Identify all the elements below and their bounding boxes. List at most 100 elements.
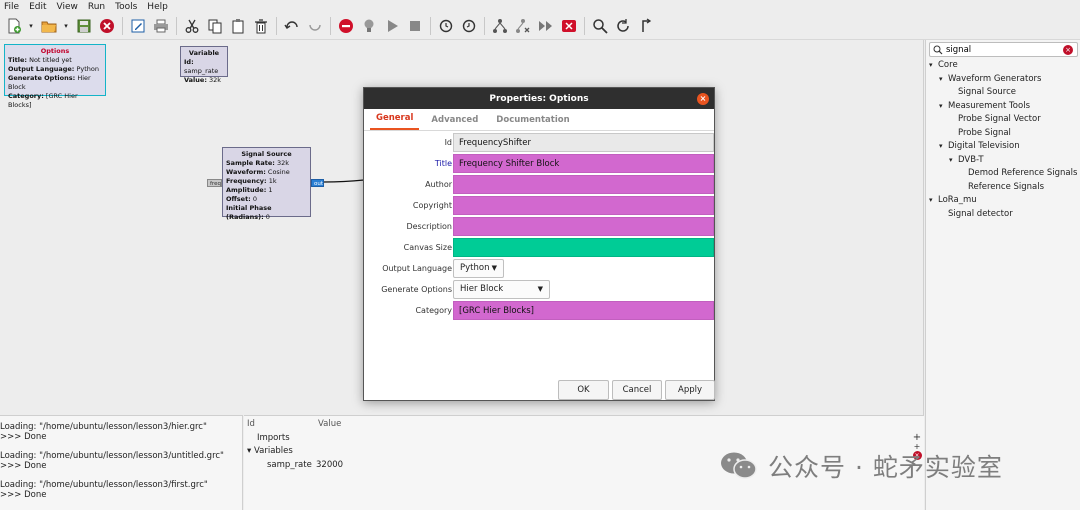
library-tree-label: Signal detector xyxy=(948,208,1013,219)
close-icon[interactable]: × xyxy=(697,93,709,105)
console-line: Loading: "/home/ubuntu/lesson/lesson3/fi… xyxy=(0,480,208,490)
edit-icon[interactable] xyxy=(128,16,148,36)
library-search-input[interactable] xyxy=(946,44,1061,55)
signal-source-block[interactable]: Signal Source Sample Rate: 32k Waveform:… xyxy=(222,147,311,221)
open-icon[interactable] xyxy=(39,16,59,36)
new-icon[interactable] xyxy=(4,16,24,36)
block-library-panel: × ▾ Core ▾ Waveform Generators Signal Source… xyxy=(925,40,1080,510)
library-tree-label: Digital Television xyxy=(948,141,1020,151)
console-gap xyxy=(0,471,242,480)
library-tree-item[interactable]: ▾ LoRa_mu xyxy=(929,195,977,205)
vars-samp-rate-id[interactable]: samp_rate xyxy=(267,460,312,470)
menu-edit[interactable]: Edit xyxy=(29,2,46,12)
find-icon[interactable] xyxy=(590,16,610,36)
ok-button[interactable]: OK xyxy=(558,380,609,400)
errors-icon[interactable] xyxy=(336,16,356,36)
chevron-down-icon: ▾ xyxy=(939,142,943,150)
new-dropdown-icon[interactable]: ▾ xyxy=(27,16,35,36)
variable-block[interactable]: Variable Id: samp_rate Value: 32k xyxy=(180,46,228,84)
library-tree-item[interactable]: Probe Signal xyxy=(949,128,1011,138)
options-row-language: Output Language: Python xyxy=(8,65,100,73)
generate-options-select[interactable]: Hier Block ▼ xyxy=(453,280,550,299)
clear-search-icon[interactable]: × xyxy=(1063,45,1073,55)
generate-icon[interactable] xyxy=(359,16,379,36)
undo-icon[interactable] xyxy=(282,16,302,36)
create-hier-icon[interactable] xyxy=(636,16,656,36)
menu-file[interactable]: File xyxy=(4,2,19,12)
rotate-ccw-icon[interactable] xyxy=(436,16,456,36)
toolbar-separator xyxy=(430,17,431,35)
menu-view[interactable]: View xyxy=(57,2,78,12)
library-tree-label: Signal Source xyxy=(958,87,1017,97)
stop-icon[interactable] xyxy=(405,16,425,36)
tab-general[interactable]: General xyxy=(370,113,420,130)
options-block[interactable]: Options Title: Not titled yet Output Lan… xyxy=(4,44,106,109)
library-search-box[interactable]: × xyxy=(929,42,1078,57)
console-output[interactable]: Loading: "/home/ubuntu/lesson/lesson3/hi… xyxy=(0,415,243,510)
paste-icon[interactable] xyxy=(228,16,248,36)
library-tree-item[interactable]: Reference Signals xyxy=(959,182,1044,192)
tab-advanced[interactable]: Advanced xyxy=(425,115,484,130)
apply-button[interactable]: Apply xyxy=(665,380,715,400)
freq-input-port[interactable]: freq xyxy=(207,179,222,187)
run-icon[interactable] xyxy=(382,16,402,36)
options-row-title: Title: Not titled yet xyxy=(8,56,72,64)
field-row-category: Category [GRC Hier Blocks] xyxy=(364,301,714,320)
vars-imports-row[interactable]: Imports xyxy=(257,433,290,443)
delete-icon[interactable] xyxy=(251,16,271,36)
connection-wire[interactable] xyxy=(324,178,364,184)
id-field[interactable]: FrequencyShifter xyxy=(453,133,714,152)
signal-row: Sample Rate: 32k xyxy=(226,159,290,167)
reload-icon[interactable] xyxy=(613,16,633,36)
tab-documentation[interactable]: Documentation xyxy=(490,115,575,130)
vars-col-value[interactable]: Value xyxy=(318,419,341,429)
print-icon[interactable] xyxy=(151,16,171,36)
category-field[interactable]: [GRC Hier Blocks] xyxy=(453,301,714,320)
vars-variables-row[interactable]: ▾ Variables xyxy=(247,446,293,456)
library-tree-item[interactable]: ▾ DVB-T xyxy=(949,155,984,165)
signal-row: Initial Phase (Radians): 0 xyxy=(226,204,272,221)
signal-row: Amplitude: 1 xyxy=(226,186,273,194)
library-tree-item[interactable]: ▾ Waveform Generators xyxy=(939,74,1041,84)
field-row-title: Title Frequency Shifter Block xyxy=(364,154,714,173)
canvas-size-field[interactable] xyxy=(453,238,714,257)
open-dropdown-icon[interactable]: ▾ xyxy=(62,16,70,36)
copyright-field[interactable] xyxy=(453,196,714,215)
title-field[interactable]: Frequency Shifter Block xyxy=(453,154,714,173)
library-tree-item[interactable]: Signal Source xyxy=(949,87,1016,97)
kill-icon[interactable] xyxy=(559,16,579,36)
output-language-select[interactable]: Python ▼ xyxy=(453,259,504,278)
close-icon[interactable] xyxy=(97,16,117,36)
search-icon xyxy=(933,45,943,54)
author-field[interactable] xyxy=(453,175,714,194)
menu-run[interactable]: Run xyxy=(88,2,105,12)
copy-icon[interactable] xyxy=(205,16,225,36)
vars-col-id[interactable]: Id xyxy=(247,419,255,429)
rotate-cw-icon[interactable] xyxy=(459,16,479,36)
field-row-description: Description xyxy=(364,217,714,236)
bypass-icon[interactable] xyxy=(536,16,556,36)
options-row-category: Category: [GRC Hier Blocks] xyxy=(8,92,78,109)
redo-icon[interactable] xyxy=(305,16,325,36)
library-tree-label: Probe Signal Vector xyxy=(958,114,1041,124)
library-tree-item[interactable]: Demod Reference Signals xyxy=(959,168,1077,178)
library-tree-item[interactable]: Probe Signal Vector xyxy=(949,114,1041,124)
library-tree-item[interactable]: Signal detector xyxy=(939,209,1013,219)
menu-tools[interactable]: Tools xyxy=(115,2,137,12)
out-output-port[interactable]: out xyxy=(311,179,324,187)
description-label: Description xyxy=(406,222,452,231)
library-tree-item[interactable]: ▾ Measurement Tools xyxy=(939,101,1030,111)
dialog-titlebar[interactable]: Properties: Options × xyxy=(364,88,714,109)
disable-icon[interactable] xyxy=(513,16,533,36)
menu-help[interactable]: Help xyxy=(147,2,168,12)
dialog-buttons: OK Cancel Apply xyxy=(364,380,715,400)
save-icon[interactable] xyxy=(74,16,94,36)
library-tree-item[interactable]: ▾ Digital Television xyxy=(939,141,1020,151)
chevron-down-icon: ▾ xyxy=(929,61,933,69)
enable-icon[interactable] xyxy=(490,16,510,36)
library-tree-item[interactable]: ▾ Core xyxy=(929,60,958,70)
cancel-button[interactable]: Cancel xyxy=(612,380,662,400)
description-field[interactable] xyxy=(453,217,714,236)
library-tree-label: Core xyxy=(938,60,958,70)
cut-icon[interactable] xyxy=(182,16,202,36)
